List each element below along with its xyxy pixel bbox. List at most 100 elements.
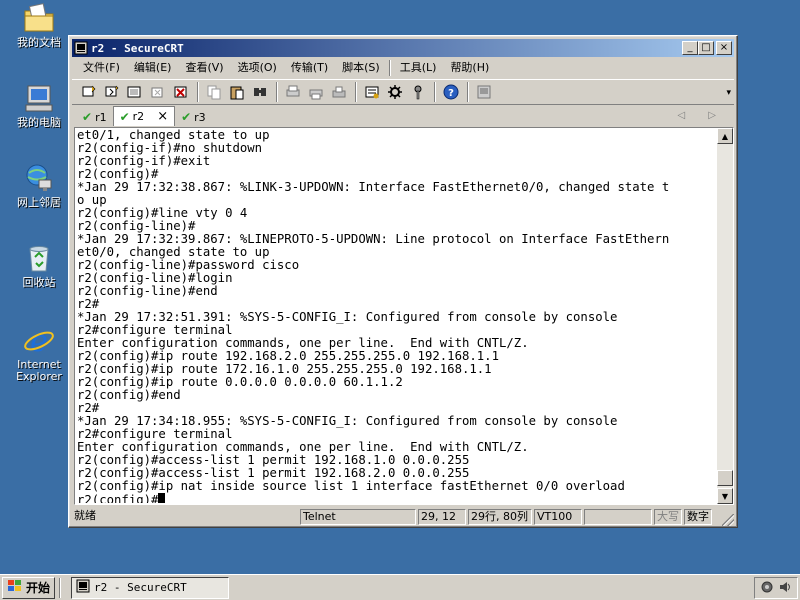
desktop-icon-label: 网上邻居 bbox=[17, 196, 61, 209]
scroll-down-icon[interactable]: ▼ bbox=[717, 488, 733, 504]
terminal-line: *Jan 29 17:32:38.867: %LINK-3-UPDOWN: In… bbox=[77, 180, 670, 194]
status-caps-lock: 大写 bbox=[654, 509, 682, 525]
session-tab-bar: ✔ r1 ✔ r2 × ✔ r3 ◁ ▷ bbox=[72, 106, 734, 126]
toolbar: ? ▾ bbox=[72, 79, 734, 105]
menu-separator bbox=[388, 60, 391, 76]
menu-help[interactable]: 帮助(H) bbox=[443, 59, 496, 77]
status-blank bbox=[584, 509, 652, 525]
tab-r2[interactable]: ✔ r2 × bbox=[112, 106, 176, 126]
taskbar-button-label: r2 - SecureCRT bbox=[94, 581, 187, 594]
session-manager-icon[interactable] bbox=[473, 81, 495, 103]
vertical-scrollbar[interactable]: ▲ ▼ bbox=[717, 128, 733, 504]
menu-script[interactable]: 脚本(S) bbox=[335, 59, 387, 77]
connected-check-icon: ✔ bbox=[82, 110, 93, 124]
minimize-button[interactable]: _ bbox=[682, 41, 698, 55]
desktop-icon-recycle-bin[interactable]: 回收站 bbox=[4, 242, 74, 289]
keymap-icon[interactable] bbox=[407, 81, 429, 103]
print-icon[interactable] bbox=[282, 81, 304, 103]
menu-transfer[interactable]: 传输(T) bbox=[284, 59, 335, 77]
system-tray bbox=[754, 577, 798, 599]
print-selection-icon[interactable] bbox=[305, 81, 327, 103]
connected-check-icon: ✔ bbox=[119, 109, 130, 124]
terminal-line: r2(config-line)#end bbox=[77, 284, 218, 298]
quick-connect-icon[interactable] bbox=[101, 81, 123, 103]
session-options-icon[interactable] bbox=[361, 81, 383, 103]
terminal-line: r2(config)#end bbox=[77, 388, 181, 402]
global-options-icon[interactable] bbox=[384, 81, 406, 103]
recycle-bin-icon bbox=[22, 242, 56, 274]
connected-check-icon: ✔ bbox=[181, 110, 192, 124]
menu-edit[interactable]: 编辑(E) bbox=[127, 59, 179, 77]
resize-grip-icon[interactable] bbox=[722, 514, 734, 526]
terminal-area[interactable]: et0/1, changed state to up r2(config-if)#… bbox=[74, 127, 734, 505]
paste-icon[interactable] bbox=[226, 81, 248, 103]
maximize-button[interactable]: □ bbox=[698, 41, 714, 55]
securecrt-window: r2 - SecureCRT _ □ × 文件(F) 编辑(E) 查看(V) 选… bbox=[68, 35, 738, 528]
desktop-icon-my-documents[interactable]: 我的文档 bbox=[4, 2, 74, 49]
menu-view[interactable]: 查看(V) bbox=[178, 59, 230, 77]
network-places-icon bbox=[22, 162, 56, 194]
menu-bar: 文件(F) 编辑(E) 查看(V) 选项(O) 传输(T) 脚本(S) 工具(L… bbox=[72, 58, 734, 78]
volume-tray-icon[interactable] bbox=[778, 580, 792, 597]
tab-label: r1 bbox=[95, 110, 107, 124]
tab-r3[interactable]: ✔ r3 bbox=[175, 108, 212, 126]
tab-close-icon[interactable]: × bbox=[157, 109, 168, 124]
tab-r1[interactable]: ✔ r1 bbox=[76, 108, 113, 126]
desktop-icon-my-computer[interactable]: 我的电脑 bbox=[4, 82, 74, 129]
desktop-icon-label: 我的文档 bbox=[17, 36, 61, 49]
tab-scroll-arrows-icon[interactable]: ◁ ▷ bbox=[677, 110, 726, 121]
securecrt-app-icon bbox=[76, 579, 90, 596]
status-protocol: Telnet bbox=[300, 509, 416, 525]
network-tray-icon[interactable] bbox=[760, 580, 774, 597]
tab-label: r3 bbox=[194, 110, 206, 124]
desktop-icon-label: Internet Explorer bbox=[16, 358, 62, 383]
my-documents-icon bbox=[22, 2, 56, 34]
status-terminal-size: 29行, 80列 bbox=[468, 509, 532, 525]
terminal-cursor bbox=[158, 493, 166, 503]
printer-icon[interactable] bbox=[328, 81, 350, 103]
internet-explorer-icon: e bbox=[22, 324, 56, 356]
status-ready: 就绪 bbox=[74, 509, 96, 522]
desktop-icon-label: 回收站 bbox=[22, 276, 56, 289]
copy-icon[interactable] bbox=[203, 81, 225, 103]
close-button[interactable]: × bbox=[716, 41, 732, 55]
disconnect-icon[interactable] bbox=[170, 81, 192, 103]
start-label: 开始 bbox=[26, 581, 51, 595]
toolbar-separator bbox=[197, 82, 199, 102]
securecrt-app-icon bbox=[74, 41, 88, 55]
svg-text:?: ? bbox=[448, 88, 454, 99]
menu-file[interactable]: 文件(F) bbox=[76, 59, 127, 77]
maximize-icon: □ bbox=[701, 42, 711, 53]
find-icon[interactable] bbox=[249, 81, 271, 103]
window-title: r2 - SecureCRT bbox=[91, 41, 184, 55]
menu-options[interactable]: 选项(O) bbox=[231, 59, 284, 77]
close-icon: × bbox=[719, 42, 729, 53]
toolbar-separator bbox=[276, 82, 278, 102]
scrollbar-thumb[interactable] bbox=[717, 470, 733, 486]
status-bar: 就绪 Telnet 29, 12 29行, 80列 VT100 大写 数字 bbox=[72, 508, 734, 526]
terminal-output[interactable]: et0/1, changed state to up r2(config-if)#… bbox=[77, 129, 717, 503]
toolbar-separator bbox=[434, 82, 436, 102]
desktop-icon-internet-explorer[interactable]: e Internet Explorer bbox=[4, 324, 74, 383]
toolbar-overflow-icon[interactable]: ▾ bbox=[726, 88, 731, 98]
terminal-line: r2(config-if)#exit bbox=[77, 154, 211, 168]
connect-icon[interactable] bbox=[78, 81, 100, 103]
scroll-up-icon[interactable]: ▲ bbox=[717, 128, 733, 144]
start-button[interactable]: 开始 bbox=[2, 576, 56, 599]
connect-tab-icon[interactable] bbox=[124, 81, 146, 103]
terminal-line: r2(config)# bbox=[77, 493, 717, 503]
tab-label: r2 bbox=[132, 110, 145, 123]
taskbar-button-securecrt[interactable]: r2 - SecureCRT bbox=[71, 576, 230, 599]
menu-tools[interactable]: 工具(L) bbox=[393, 59, 444, 77]
status-cursor-position: 29, 12 bbox=[418, 509, 466, 525]
minimize-icon: _ bbox=[687, 42, 693, 53]
svg-text:e: e bbox=[30, 324, 48, 356]
my-computer-icon bbox=[22, 82, 56, 114]
terminal-line: r2(config)#ip nat inside source list 1 i… bbox=[77, 479, 625, 493]
toolbar-separator bbox=[355, 82, 357, 102]
window-titlebar[interactable]: r2 - SecureCRT _ □ × bbox=[72, 39, 734, 57]
reconnect-icon[interactable] bbox=[147, 81, 169, 103]
help-icon[interactable]: ? bbox=[440, 81, 462, 103]
status-num-lock: 数字 bbox=[684, 509, 712, 525]
desktop-icon-network-places[interactable]: 网上邻居 bbox=[4, 162, 74, 209]
